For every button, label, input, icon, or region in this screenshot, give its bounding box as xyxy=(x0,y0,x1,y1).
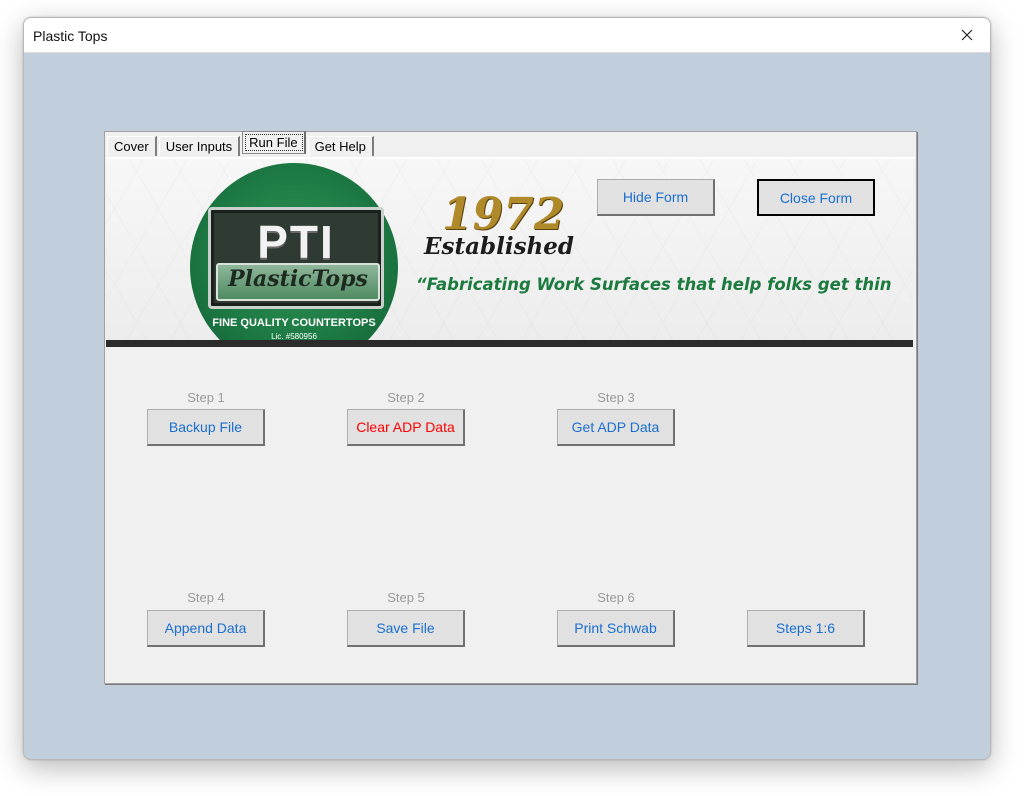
step-6-label: Step 6 xyxy=(597,590,635,605)
backup-file-button[interactable]: Backup File xyxy=(147,409,265,446)
step-3-label: Step 3 xyxy=(597,390,635,405)
established-label: Established xyxy=(424,233,574,260)
tab-user-inputs[interactable]: User Inputs xyxy=(158,136,241,156)
tab-cover[interactable]: Cover xyxy=(107,136,157,156)
clear-adp-data-button[interactable]: Clear ADP Data xyxy=(347,409,465,446)
step-4-label: Step 4 xyxy=(187,590,225,605)
hide-form-button[interactable]: Hide Form xyxy=(597,179,715,216)
close-form-button[interactable]: Close Form xyxy=(757,179,875,216)
established-year: 1972 xyxy=(442,189,565,240)
get-adp-data-button[interactable]: Get ADP Data xyxy=(557,409,675,446)
company-logo: PTI PlasticTops FINE QUALITY COUNTERTOPS… xyxy=(190,163,398,340)
banner-divider xyxy=(106,340,913,347)
user-form: Cover User Inputs Run File Get Help PTI … xyxy=(104,131,917,684)
tab-run-file[interactable]: Run File xyxy=(242,131,306,154)
company-tagline: “Fabricating Work Surfaces that help fol… xyxy=(416,275,892,294)
run-file-page: PTI PlasticTops FINE QUALITY COUNTERTOPS… xyxy=(106,157,915,682)
steps-all-button[interactable]: Steps 1:6 xyxy=(747,610,865,647)
logo-fine-text: FINE QUALITY COUNTERTOPS xyxy=(212,317,376,329)
app-window: Plastic Tops Cover User Inputs Run File … xyxy=(23,17,991,760)
step-5-label: Step 5 xyxy=(387,590,425,605)
logo-brand: PlasticTops xyxy=(216,263,380,301)
logo-wordmark: PTI xyxy=(257,216,335,268)
save-file-button[interactable]: Save File xyxy=(347,610,465,647)
step-1-label: Step 1 xyxy=(187,390,225,405)
title-bar: Plastic Tops xyxy=(24,18,990,53)
step-2-label: Step 2 xyxy=(387,390,425,405)
window-title: Plastic Tops xyxy=(33,28,108,44)
close-icon xyxy=(961,29,973,41)
tab-strip: Cover User Inputs Run File Get Help xyxy=(107,131,376,156)
print-schwab-button[interactable]: Print Schwab xyxy=(557,610,675,647)
logo-license: Lic. #580956 xyxy=(271,332,317,340)
append-data-button[interactable]: Append Data xyxy=(147,610,265,647)
tab-get-help[interactable]: Get Help xyxy=(307,136,374,156)
close-window-button[interactable] xyxy=(944,18,990,52)
